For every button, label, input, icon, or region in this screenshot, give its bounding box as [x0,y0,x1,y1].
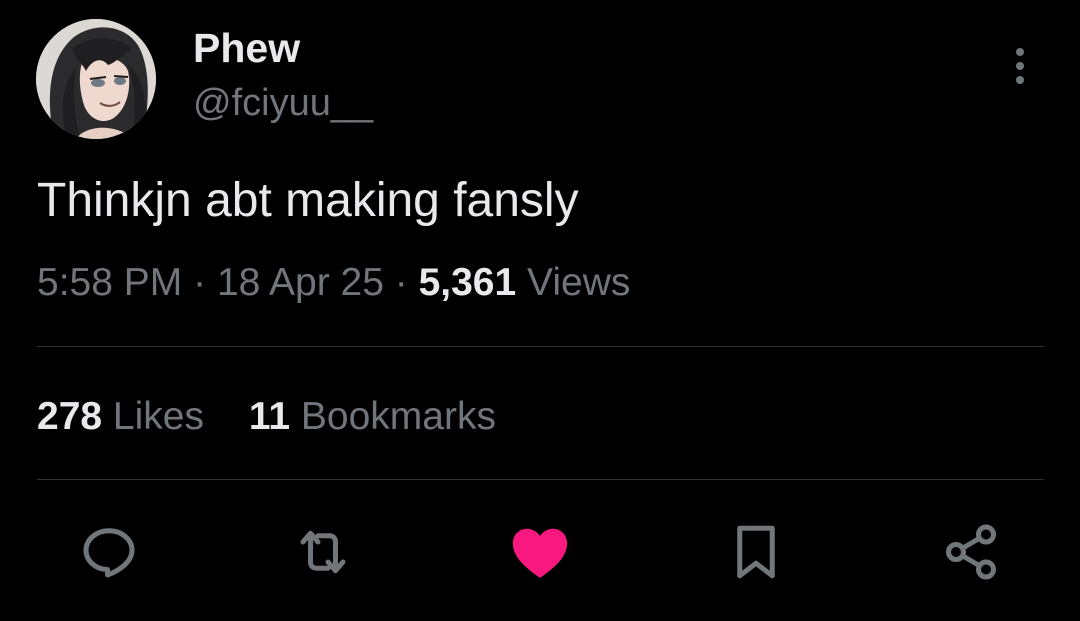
more-options-button[interactable] [1000,44,1040,88]
bookmark-icon [737,525,775,579]
likes-label: Likes [112,395,204,438]
share-button[interactable] [934,515,1008,589]
tweet-stats: 278 Likes 11 Bookmarks [37,392,496,442]
avatar[interactable] [36,19,156,139]
divider [37,346,1044,347]
tweet-text: Thinkjn abt making fansly [37,174,579,227]
action-bar [0,515,1080,589]
tweet-meta: 5:58 PM · 18 Apr 25 · 5,361 Views [37,258,630,308]
more-vertical-icon [1016,48,1024,84]
repost-icon [300,530,346,574]
likes-stat[interactable]: 278 Likes [37,392,204,442]
tweet: Phew @fciyuu__ Thinkjn abt making fansly… [0,0,1080,621]
reply-button[interactable] [72,515,146,589]
bookmarks-stat[interactable]: 11 Bookmarks [249,392,496,442]
author-display-name[interactable]: Phew [193,24,300,72]
reply-icon [83,528,135,578]
bookmark-button[interactable] [719,515,793,589]
like-button[interactable] [503,515,577,589]
views-count: 5,361 [418,261,517,304]
author-handle[interactable]: @fciyuu__ [193,80,373,126]
likes-count: 278 [37,395,103,438]
meta-separator: · [193,261,207,304]
avatar-image [36,19,156,139]
tweet-time[interactable]: 5:58 PM [37,261,182,304]
meta-separator: · [394,261,408,304]
heart-filled-icon [512,528,568,578]
views-label: Views [527,261,631,304]
bookmarks-count: 11 [248,395,291,438]
repost-button[interactable] [286,515,360,589]
divider [37,479,1044,480]
share-icon [946,524,996,580]
tweet-date[interactable]: 18 Apr 25 [217,261,384,304]
bookmarks-label: Bookmarks [300,395,496,438]
